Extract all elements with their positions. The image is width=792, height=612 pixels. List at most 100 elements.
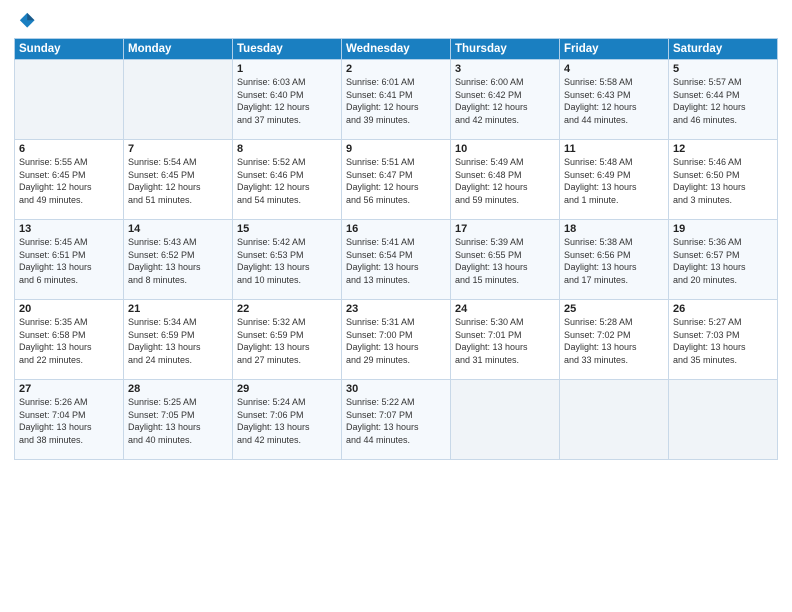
calendar-cell xyxy=(451,380,560,460)
calendar-cell: 26Sunrise: 5:27 AM Sunset: 7:03 PM Dayli… xyxy=(669,300,778,380)
calendar-cell xyxy=(124,60,233,140)
day-info: Sunrise: 5:49 AM Sunset: 6:48 PM Dayligh… xyxy=(455,156,555,206)
day-info: Sunrise: 5:57 AM Sunset: 6:44 PM Dayligh… xyxy=(673,76,773,126)
calendar-cell: 3Sunrise: 6:00 AM Sunset: 6:42 PM Daylig… xyxy=(451,60,560,140)
calendar-week-row: 20Sunrise: 5:35 AM Sunset: 6:58 PM Dayli… xyxy=(15,300,778,380)
calendar-week-row: 13Sunrise: 5:45 AM Sunset: 6:51 PM Dayli… xyxy=(15,220,778,300)
day-number: 12 xyxy=(673,143,773,155)
calendar-body: 1Sunrise: 6:03 AM Sunset: 6:40 PM Daylig… xyxy=(15,60,778,460)
page: SundayMondayTuesdayWednesdayThursdayFrid… xyxy=(0,0,792,612)
calendar-header: SundayMondayTuesdayWednesdayThursdayFrid… xyxy=(15,39,778,60)
day-number: 29 xyxy=(237,383,337,395)
calendar-cell: 1Sunrise: 6:03 AM Sunset: 6:40 PM Daylig… xyxy=(233,60,342,140)
day-info: Sunrise: 5:58 AM Sunset: 6:43 PM Dayligh… xyxy=(564,76,664,126)
calendar-cell: 10Sunrise: 5:49 AM Sunset: 6:48 PM Dayli… xyxy=(451,140,560,220)
day-number: 6 xyxy=(19,143,119,155)
day-number: 24 xyxy=(455,303,555,315)
weekday-header: Wednesday xyxy=(342,39,451,60)
calendar-week-row: 1Sunrise: 6:03 AM Sunset: 6:40 PM Daylig… xyxy=(15,60,778,140)
calendar-cell: 7Sunrise: 5:54 AM Sunset: 6:45 PM Daylig… xyxy=(124,140,233,220)
calendar-cell: 8Sunrise: 5:52 AM Sunset: 6:46 PM Daylig… xyxy=(233,140,342,220)
calendar-week-row: 6Sunrise: 5:55 AM Sunset: 6:45 PM Daylig… xyxy=(15,140,778,220)
day-number: 1 xyxy=(237,63,337,75)
day-number: 30 xyxy=(346,383,446,395)
day-info: Sunrise: 5:41 AM Sunset: 6:54 PM Dayligh… xyxy=(346,236,446,286)
day-info: Sunrise: 6:01 AM Sunset: 6:41 PM Dayligh… xyxy=(346,76,446,126)
calendar-cell: 29Sunrise: 5:24 AM Sunset: 7:06 PM Dayli… xyxy=(233,380,342,460)
calendar-cell: 12Sunrise: 5:46 AM Sunset: 6:50 PM Dayli… xyxy=(669,140,778,220)
logo-icon xyxy=(14,10,36,32)
day-info: Sunrise: 5:28 AM Sunset: 7:02 PM Dayligh… xyxy=(564,316,664,366)
calendar-cell: 28Sunrise: 5:25 AM Sunset: 7:05 PM Dayli… xyxy=(124,380,233,460)
calendar-cell xyxy=(560,380,669,460)
calendar-cell: 23Sunrise: 5:31 AM Sunset: 7:00 PM Dayli… xyxy=(342,300,451,380)
day-number: 11 xyxy=(564,143,664,155)
weekday-row: SundayMondayTuesdayWednesdayThursdayFrid… xyxy=(15,39,778,60)
calendar: SundayMondayTuesdayWednesdayThursdayFrid… xyxy=(14,38,778,460)
day-number: 14 xyxy=(128,223,228,235)
day-number: 8 xyxy=(237,143,337,155)
logo xyxy=(14,10,38,32)
day-info: Sunrise: 5:39 AM Sunset: 6:55 PM Dayligh… xyxy=(455,236,555,286)
calendar-cell: 11Sunrise: 5:48 AM Sunset: 6:49 PM Dayli… xyxy=(560,140,669,220)
weekday-header: Friday xyxy=(560,39,669,60)
calendar-cell: 4Sunrise: 5:58 AM Sunset: 6:43 PM Daylig… xyxy=(560,60,669,140)
calendar-cell: 20Sunrise: 5:35 AM Sunset: 6:58 PM Dayli… xyxy=(15,300,124,380)
day-number: 18 xyxy=(564,223,664,235)
day-number: 17 xyxy=(455,223,555,235)
calendar-week-row: 27Sunrise: 5:26 AM Sunset: 7:04 PM Dayli… xyxy=(15,380,778,460)
day-number: 9 xyxy=(346,143,446,155)
day-info: Sunrise: 5:30 AM Sunset: 7:01 PM Dayligh… xyxy=(455,316,555,366)
calendar-cell: 9Sunrise: 5:51 AM Sunset: 6:47 PM Daylig… xyxy=(342,140,451,220)
calendar-cell: 21Sunrise: 5:34 AM Sunset: 6:59 PM Dayli… xyxy=(124,300,233,380)
day-info: Sunrise: 5:51 AM Sunset: 6:47 PM Dayligh… xyxy=(346,156,446,206)
calendar-cell: 19Sunrise: 5:36 AM Sunset: 6:57 PM Dayli… xyxy=(669,220,778,300)
day-info: Sunrise: 5:34 AM Sunset: 6:59 PM Dayligh… xyxy=(128,316,228,366)
calendar-cell: 6Sunrise: 5:55 AM Sunset: 6:45 PM Daylig… xyxy=(15,140,124,220)
day-info: Sunrise: 5:32 AM Sunset: 6:59 PM Dayligh… xyxy=(237,316,337,366)
day-number: 2 xyxy=(346,63,446,75)
day-number: 26 xyxy=(673,303,773,315)
day-number: 10 xyxy=(455,143,555,155)
day-number: 13 xyxy=(19,223,119,235)
day-number: 15 xyxy=(237,223,337,235)
header xyxy=(14,10,778,32)
calendar-cell: 22Sunrise: 5:32 AM Sunset: 6:59 PM Dayli… xyxy=(233,300,342,380)
day-number: 7 xyxy=(128,143,228,155)
calendar-cell: 13Sunrise: 5:45 AM Sunset: 6:51 PM Dayli… xyxy=(15,220,124,300)
day-info: Sunrise: 5:46 AM Sunset: 6:50 PM Dayligh… xyxy=(673,156,773,206)
day-number: 22 xyxy=(237,303,337,315)
calendar-cell: 5Sunrise: 5:57 AM Sunset: 6:44 PM Daylig… xyxy=(669,60,778,140)
calendar-cell: 15Sunrise: 5:42 AM Sunset: 6:53 PM Dayli… xyxy=(233,220,342,300)
calendar-cell: 25Sunrise: 5:28 AM Sunset: 7:02 PM Dayli… xyxy=(560,300,669,380)
day-number: 16 xyxy=(346,223,446,235)
weekday-header: Saturday xyxy=(669,39,778,60)
day-info: Sunrise: 5:22 AM Sunset: 7:07 PM Dayligh… xyxy=(346,396,446,446)
day-info: Sunrise: 5:35 AM Sunset: 6:58 PM Dayligh… xyxy=(19,316,119,366)
day-info: Sunrise: 5:52 AM Sunset: 6:46 PM Dayligh… xyxy=(237,156,337,206)
day-info: Sunrise: 5:26 AM Sunset: 7:04 PM Dayligh… xyxy=(19,396,119,446)
calendar-cell: 17Sunrise: 5:39 AM Sunset: 6:55 PM Dayli… xyxy=(451,220,560,300)
day-info: Sunrise: 5:45 AM Sunset: 6:51 PM Dayligh… xyxy=(19,236,119,286)
day-info: Sunrise: 5:31 AM Sunset: 7:00 PM Dayligh… xyxy=(346,316,446,366)
day-info: Sunrise: 5:54 AM Sunset: 6:45 PM Dayligh… xyxy=(128,156,228,206)
day-number: 4 xyxy=(564,63,664,75)
calendar-cell: 16Sunrise: 5:41 AM Sunset: 6:54 PM Dayli… xyxy=(342,220,451,300)
calendar-cell: 18Sunrise: 5:38 AM Sunset: 6:56 PM Dayli… xyxy=(560,220,669,300)
day-info: Sunrise: 5:36 AM Sunset: 6:57 PM Dayligh… xyxy=(673,236,773,286)
day-info: Sunrise: 5:27 AM Sunset: 7:03 PM Dayligh… xyxy=(673,316,773,366)
calendar-cell: 30Sunrise: 5:22 AM Sunset: 7:07 PM Dayli… xyxy=(342,380,451,460)
day-number: 5 xyxy=(673,63,773,75)
weekday-header: Monday xyxy=(124,39,233,60)
day-number: 19 xyxy=(673,223,773,235)
calendar-cell xyxy=(669,380,778,460)
weekday-header: Sunday xyxy=(15,39,124,60)
calendar-cell xyxy=(15,60,124,140)
day-info: Sunrise: 5:24 AM Sunset: 7:06 PM Dayligh… xyxy=(237,396,337,446)
day-info: Sunrise: 5:55 AM Sunset: 6:45 PM Dayligh… xyxy=(19,156,119,206)
day-number: 20 xyxy=(19,303,119,315)
day-number: 27 xyxy=(19,383,119,395)
day-info: Sunrise: 5:25 AM Sunset: 7:05 PM Dayligh… xyxy=(128,396,228,446)
calendar-cell: 27Sunrise: 5:26 AM Sunset: 7:04 PM Dayli… xyxy=(15,380,124,460)
calendar-cell: 14Sunrise: 5:43 AM Sunset: 6:52 PM Dayli… xyxy=(124,220,233,300)
